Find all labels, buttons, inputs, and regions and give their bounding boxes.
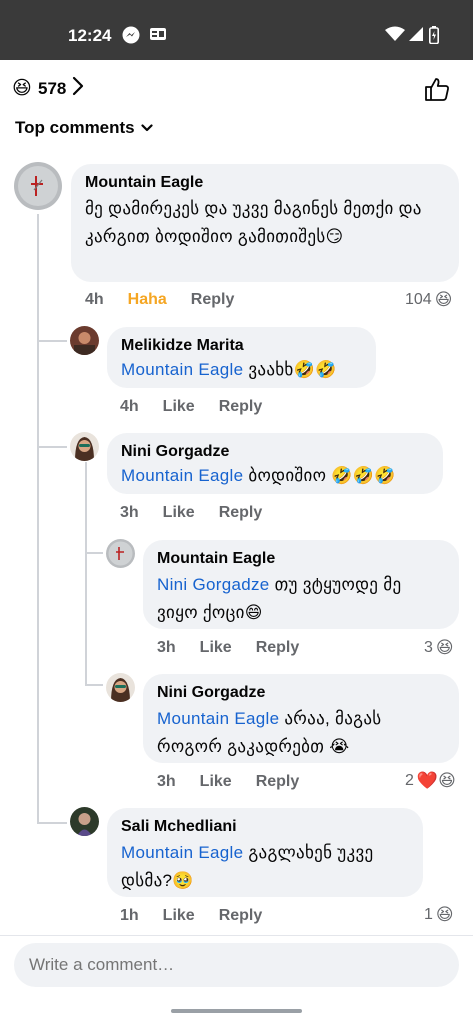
- like-button[interactable]: Like: [163, 504, 195, 522]
- comment-bubble[interactable]: Melikidze Marita Mountain Eagle ვაახხ🤣🤣: [107, 327, 376, 388]
- comment-text: Mountain Eagle გაგლახენ უკვე დსმა?🥹: [121, 839, 409, 895]
- comment-time: 3h: [157, 773, 176, 790]
- comment-reactions[interactable]: 3 😆: [424, 638, 454, 658]
- thread-connector: [37, 446, 67, 448]
- comment-actions: 4h Like Reply: [120, 398, 286, 416]
- comment-author[interactable]: Sali Mchedliani: [121, 818, 409, 836]
- reactions-summary[interactable]: 😆 578: [12, 76, 84, 101]
- reply-button[interactable]: Reply: [256, 773, 300, 791]
- haha-reaction-icon: 😆: [434, 290, 453, 309]
- id-card-icon: [149, 26, 167, 47]
- reply-button[interactable]: Reply: [191, 291, 235, 309]
- thread-connector: [37, 340, 67, 342]
- like-button[interactable]: Like: [200, 639, 232, 657]
- avatar[interactable]: [14, 162, 62, 210]
- comment-reactions[interactable]: 104 😆: [405, 290, 452, 310]
- thread-connector: [85, 684, 103, 686]
- comment-actions: 4h Haha Reply: [85, 291, 258, 309]
- reply-button[interactable]: Reply: [256, 639, 300, 657]
- chevron-right-icon: [72, 76, 84, 101]
- reaction-count: 104: [405, 291, 432, 308]
- comment-author[interactable]: Nini Gorgadze: [157, 684, 445, 702]
- reaction-count: 1: [424, 906, 433, 923]
- status-bar: 12:24: [0, 0, 473, 60]
- wifi-icon: [385, 26, 405, 47]
- comment-reactions[interactable]: 1 😆: [424, 905, 454, 925]
- thread-line: [37, 214, 39, 812]
- comment-actions: 3h Like Reply: [157, 639, 323, 657]
- haha-reaction-icon: 😆: [435, 638, 454, 657]
- comment-time: 1h: [120, 907, 139, 924]
- comment-text: Mountain Eagle ვაახხ🤣🤣: [121, 358, 362, 382]
- chevron-down-icon: [141, 124, 153, 132]
- avatar[interactable]: [70, 326, 99, 355]
- avatar[interactable]: [106, 673, 135, 702]
- comment-bubble[interactable]: Nini Gorgadze Mountain Eagle არაა, მაგას…: [143, 674, 459, 763]
- reply-button[interactable]: Reply: [219, 398, 263, 416]
- reaction-button[interactable]: Haha: [128, 291, 167, 309]
- thread-connector: [85, 552, 103, 554]
- comment-actions: 3h Like Reply: [120, 504, 286, 522]
- comment-time: 4h: [120, 398, 139, 415]
- comment-actions: 1h Like Reply: [120, 907, 286, 925]
- comment-bubble[interactable]: Sali Mchedliani Mountain Eagle გაგლახენ …: [107, 808, 423, 897]
- signal-icon: [408, 26, 424, 47]
- reaction-count: 3: [424, 639, 433, 656]
- comment-text: Nini Gorgadze თუ ვტყუოდე მე ვიყო ქოცი😄: [157, 571, 445, 627]
- like-button[interactable]: Like: [163, 907, 195, 925]
- mention-link[interactable]: Mountain Eagle: [121, 466, 243, 485]
- comment-text: Mountain Eagle ბოდიშიო 🤣🤣🤣: [121, 464, 429, 488]
- comment-input[interactable]: [14, 943, 459, 987]
- comment-reactions[interactable]: 2 ❤️😆: [405, 771, 456, 791]
- comment-time: 3h: [120, 504, 139, 521]
- reply-button[interactable]: Reply: [219, 907, 263, 925]
- comment-bubble[interactable]: Nini Gorgadze Mountain Eagle ბოდიშიო 🤣🤣🤣: [107, 433, 443, 494]
- thread-connector: [37, 822, 67, 824]
- comment-author[interactable]: Mountain Eagle: [85, 174, 445, 192]
- love-haha-reaction-icons: ❤️😆: [416, 771, 456, 790]
- mention-link[interactable]: Mountain Eagle: [121, 360, 243, 379]
- mention-link[interactable]: Mountain Eagle: [121, 843, 243, 862]
- comment-actions: 3h Like Reply: [157, 773, 323, 791]
- comment-body: ბოდიშიო 🤣🤣🤣: [243, 466, 396, 485]
- comment-author[interactable]: Nini Gorgadze: [121, 443, 429, 461]
- like-button[interactable]: [424, 76, 450, 107]
- comment-bubble[interactable]: Mountain Eagle მე დამირეკეს და უკვე მაგი…: [71, 164, 459, 282]
- avatar[interactable]: [70, 807, 99, 836]
- reaction-count: 2: [405, 772, 414, 789]
- comment-author[interactable]: Mountain Eagle: [157, 550, 445, 568]
- comment-body: ვაახხ🤣🤣: [243, 360, 337, 379]
- haha-reaction-icon: 😆: [435, 905, 454, 924]
- battery-icon: [429, 26, 439, 49]
- haha-reaction-icon: 😆: [12, 77, 32, 99]
- comment-bubble[interactable]: Mountain Eagle Nini Gorgadze თუ ვტყუოდე …: [143, 540, 459, 629]
- home-indicator: [171, 1009, 302, 1013]
- comment-author[interactable]: Melikidze Marita: [121, 337, 362, 355]
- avatar[interactable]: [106, 539, 135, 568]
- status-time: 12:24: [68, 26, 112, 45]
- mention-link[interactable]: Nini Gorgadze: [157, 575, 270, 594]
- messenger-icon: [122, 26, 140, 49]
- comment-time: 4h: [85, 291, 104, 308]
- thread-line: [85, 462, 87, 684]
- reaction-count: 578: [38, 78, 67, 98]
- avatar[interactable]: [70, 432, 99, 461]
- comment-text: მე დამირეკეს და უკვე მაგინეს მეთქი და კა…: [85, 199, 422, 246]
- reply-button[interactable]: Reply: [219, 504, 263, 522]
- like-button[interactable]: Like: [163, 398, 195, 416]
- thumbs-up-icon: [425, 78, 449, 101]
- comment-text: Mountain Eagle არაა, მაგას როგორ გაკადრე…: [157, 705, 445, 761]
- sort-label: Top comments: [15, 118, 135, 137]
- comment-time: 3h: [157, 639, 176, 656]
- like-button[interactable]: Like: [200, 773, 232, 791]
- sort-dropdown[interactable]: Top comments: [15, 118, 153, 138]
- thread-connector: [37, 812, 39, 822]
- mention-link[interactable]: Mountain Eagle: [157, 709, 279, 728]
